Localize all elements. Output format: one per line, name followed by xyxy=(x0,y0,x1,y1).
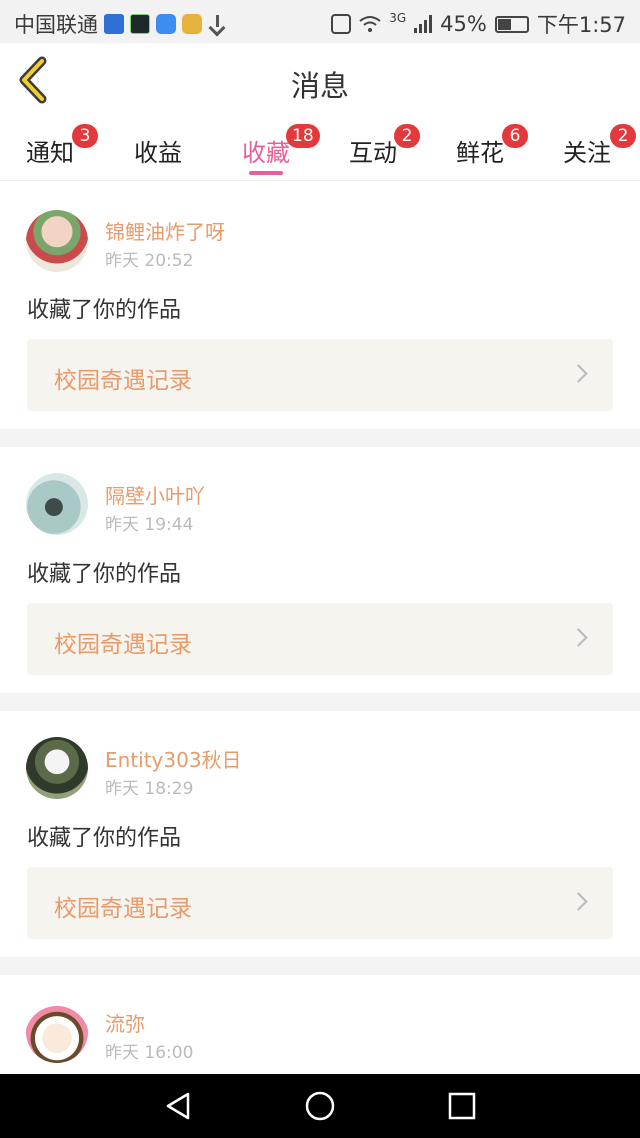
tab-bar: 通知 3 收益 收藏 18 互动 2 鲜花 6 关注 2 xyxy=(0,121,640,181)
chevron-right-icon xyxy=(569,628,588,647)
username[interactable]: 流弥 xyxy=(105,1008,145,1037)
divider xyxy=(0,957,640,975)
work-link[interactable]: 校园奇遇记录 xyxy=(27,339,613,411)
username[interactable]: 隔壁小叶吖 xyxy=(105,480,205,509)
action-text: 收藏了你的作品 xyxy=(27,298,182,323)
vibrate-icon xyxy=(331,14,352,34)
nav-back-button[interactable] xyxy=(160,1088,196,1124)
battery-percent: 45% xyxy=(440,12,487,36)
network-type: 3G xyxy=(389,11,407,25)
tab-label: 收藏 xyxy=(242,139,290,167)
app-notification-icon xyxy=(156,14,176,34)
divider xyxy=(0,693,640,711)
signal-icon xyxy=(414,15,433,33)
username[interactable]: Entity303秋日 xyxy=(105,744,242,773)
app-notification-icon xyxy=(130,14,150,34)
timestamp: 昨天 16:00 xyxy=(105,1043,194,1063)
unread-badge: 18 xyxy=(286,124,320,148)
timestamp: 昨天 19:44 xyxy=(105,515,194,535)
avatar[interactable] xyxy=(26,737,88,799)
timestamp: 昨天 18:29 xyxy=(105,779,194,799)
carrier-label: 中国联通 xyxy=(14,13,98,37)
tab-label: 关注 xyxy=(563,139,611,167)
work-title: 校园奇遇记录 xyxy=(54,896,192,922)
tab-follows[interactable]: 关注 2 xyxy=(563,124,636,168)
action-text: 收藏了你的作品 xyxy=(27,826,182,851)
divider xyxy=(0,429,640,447)
avatar[interactable] xyxy=(26,1001,88,1063)
nav-home-button[interactable] xyxy=(302,1088,338,1124)
list-item: Entity303秋日 昨天 18:29 收藏了你的作品 校园奇遇记录 xyxy=(0,711,640,957)
nav-recents-button[interactable] xyxy=(444,1088,480,1124)
tab-label: 通知 xyxy=(26,139,74,167)
tab-interactions[interactable]: 互动 2 xyxy=(349,124,420,168)
username[interactable]: 锦鲤油炸了呀 xyxy=(105,216,225,245)
circle-home-icon xyxy=(305,1091,335,1121)
chevron-right-icon xyxy=(569,364,588,383)
work-title: 校园奇遇记录 xyxy=(54,368,192,394)
system-nav-bar xyxy=(0,1074,640,1138)
tab-label: 互动 xyxy=(349,139,397,167)
avatar[interactable] xyxy=(26,473,88,535)
wifi-icon xyxy=(359,16,381,32)
message-list: 锦鲤油炸了呀 昨天 20:52 收藏了你的作品 校园奇遇记录 隔壁小叶吖 昨天 … xyxy=(0,182,640,1115)
header: 消息 xyxy=(0,43,640,121)
list-item: 隔壁小叶吖 昨天 19:44 收藏了你的作品 校园奇遇记录 xyxy=(0,447,640,693)
app-notification-icon xyxy=(182,14,202,34)
tab-flowers[interactable]: 鲜花 6 xyxy=(456,124,528,168)
work-title: 校园奇遇记录 xyxy=(54,632,192,658)
download-icon xyxy=(208,14,226,34)
tab-favorites[interactable]: 收藏 18 xyxy=(242,124,320,175)
chevron-right-icon xyxy=(569,892,588,911)
timestamp: 昨天 20:52 xyxy=(105,251,194,271)
avatar[interactable] xyxy=(26,210,88,272)
clock: 下午1:57 xyxy=(536,13,626,37)
unread-badge: 3 xyxy=(72,124,98,148)
active-tab-indicator xyxy=(249,171,283,175)
list-item: 锦鲤油炸了呀 昨天 20:52 收藏了你的作品 校园奇遇记录 xyxy=(0,182,640,429)
unread-badge: 2 xyxy=(394,124,420,148)
app-notification-icon xyxy=(104,14,124,34)
work-link[interactable]: 校园奇遇记录 xyxy=(27,867,613,939)
page-title: 消息 xyxy=(290,69,349,103)
status-bar: 中国联通 3G 45% 下午1:57 xyxy=(0,0,640,43)
action-text: 收藏了你的作品 xyxy=(27,562,182,587)
square-recents-icon xyxy=(448,1092,476,1120)
work-link[interactable]: 校园奇遇记录 xyxy=(27,603,613,675)
tab-notifications[interactable]: 通知 3 xyxy=(26,124,98,168)
triangle-back-icon xyxy=(166,1092,190,1120)
unread-badge: 2 xyxy=(610,124,636,148)
battery-icon xyxy=(494,15,529,33)
unread-badge: 6 xyxy=(502,124,528,148)
tab-earnings[interactable]: 收益 xyxy=(134,133,182,168)
tab-label: 收益 xyxy=(134,139,182,167)
tab-label: 鲜花 xyxy=(456,139,504,167)
